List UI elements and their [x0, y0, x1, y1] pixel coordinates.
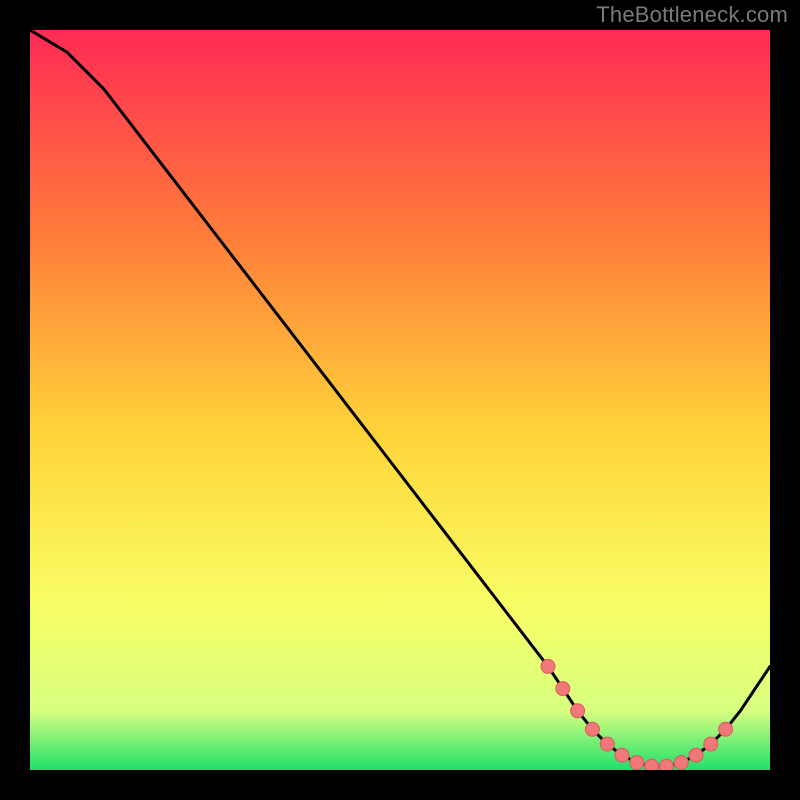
- data-marker: [541, 659, 555, 673]
- plot-area: [30, 30, 770, 770]
- data-marker: [600, 737, 614, 751]
- data-marker: [630, 756, 644, 770]
- data-marker: [645, 759, 659, 770]
- gradient-background: [30, 30, 770, 770]
- data-marker: [615, 748, 629, 762]
- chart-svg: [30, 30, 770, 770]
- data-marker: [689, 748, 703, 762]
- chart-container: TheBottleneck.com: [0, 0, 800, 800]
- watermark-text: TheBottleneck.com: [596, 2, 788, 28]
- data-marker: [674, 756, 688, 770]
- data-marker: [719, 722, 733, 736]
- data-marker: [585, 722, 599, 736]
- data-marker: [556, 682, 570, 696]
- data-marker: [704, 737, 718, 751]
- data-marker: [659, 759, 673, 770]
- data-marker: [571, 704, 585, 718]
